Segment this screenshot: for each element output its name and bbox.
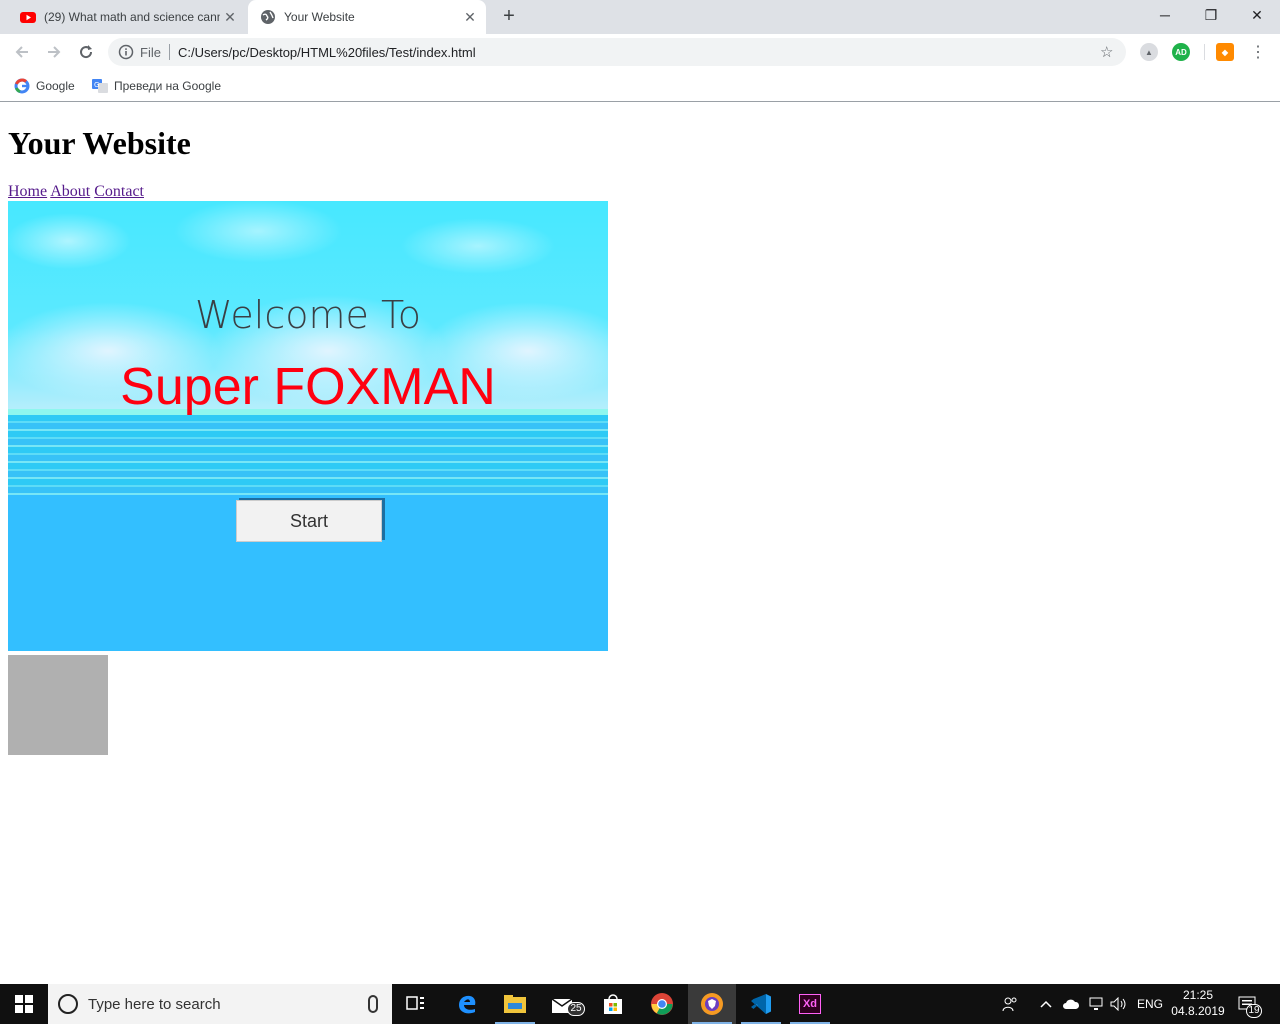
close-tab-icon[interactable]: ✕ (220, 9, 240, 26)
divider (1204, 44, 1205, 60)
fox-extension-icon[interactable]: ◆ (1216, 43, 1234, 61)
youtube-icon (20, 12, 36, 23)
translate-icon: G (92, 79, 108, 93)
language-indicator[interactable]: ENG (1137, 984, 1163, 1024)
page-content: Your Website Home About Contact Welcome … (0, 103, 1280, 983)
brave-shield-icon (701, 993, 723, 1015)
notification-badge: 19 (1246, 1004, 1262, 1018)
network-icon[interactable] (1088, 984, 1104, 1024)
tab-title: (29) What math and science cann (44, 10, 220, 24)
windows-logo-icon (15, 995, 33, 1013)
url-text[interactable]: C:/Users/pc/Desktop/HTML%20files/Test/in… (178, 45, 1100, 60)
address-bar[interactable]: File C:/Users/pc/Desktop/HTML%20files/Te… (108, 38, 1126, 66)
globe-icon (261, 10, 275, 24)
page-title: Your Website (8, 125, 191, 161)
volume-icon[interactable] (1110, 984, 1128, 1024)
people-icon[interactable] (1002, 984, 1018, 1024)
nav-link-about[interactable]: About (50, 183, 90, 200)
mail-badge: 25 (567, 1002, 585, 1016)
show-hidden-icons-chevron-icon[interactable] (1040, 984, 1052, 1024)
browser-toolbar: File C:/Users/pc/Desktop/HTML%20files/Te… (0, 34, 1280, 70)
new-tab-button[interactable]: + (498, 6, 520, 28)
drive-extension-icon[interactable]: ▲ (1140, 43, 1158, 61)
tab-title: Your Website (284, 10, 355, 24)
forward-button[interactable] (42, 40, 66, 64)
adblock-extension-icon[interactable]: AD (1172, 43, 1190, 61)
nav-link-home[interactable]: Home (8, 183, 47, 200)
task-view-icon (406, 996, 424, 1010)
adobe-xd-app[interactable]: Xd (786, 984, 834, 1024)
bookmark-star-icon[interactable]: ☆ (1100, 43, 1116, 61)
bookmark-label: Преведи на Google (114, 79, 221, 93)
clock-date: 04.8.2019 (1171, 1004, 1225, 1018)
tab-your-website[interactable]: Your Website ✕ (248, 0, 486, 34)
clock[interactable]: 21:25 04.8.2019 (1168, 987, 1228, 1019)
adobe-xd-icon: Xd (799, 994, 821, 1014)
file-explorer-app[interactable] (491, 984, 539, 1024)
restore-button[interactable]: ❐ (1188, 0, 1234, 30)
game-title: Super FOXMAN (120, 358, 496, 416)
onedrive-cloud-icon[interactable] (1062, 984, 1080, 1024)
bookmark-label: Google (36, 79, 75, 93)
cortana-icon (58, 994, 78, 1014)
brave-app[interactable] (688, 984, 736, 1024)
game-canvas[interactable]: Welcome To Super FOXMAN Start (8, 201, 608, 651)
taskbar-search[interactable]: Type here to search (48, 984, 392, 1024)
site-nav: Home About Contact (8, 183, 144, 201)
task-view-button[interactable] (392, 984, 440, 1024)
start-button[interactable]: Start (236, 500, 382, 542)
bookmark-google-translate[interactable]: G Преведи на Google (92, 76, 221, 96)
tab-strip: (29) What math and science cann ✕ Your W… (0, 0, 1280, 34)
minimize-button[interactable]: ─ (1142, 0, 1188, 30)
mail-app[interactable]: 25 (540, 984, 588, 1024)
start-menu-button[interactable] (0, 984, 48, 1024)
google-icon (14, 78, 30, 94)
edge-app[interactable] (443, 984, 491, 1024)
info-icon[interactable] (118, 44, 134, 60)
nav-link-contact[interactable]: Contact (94, 183, 144, 200)
reload-button[interactable] (74, 40, 98, 64)
back-arrow-icon (15, 46, 28, 58)
back-button[interactable] (10, 40, 34, 64)
chrome-icon (651, 993, 673, 1015)
store-app[interactable] (589, 984, 637, 1024)
chrome-app[interactable] (638, 984, 686, 1024)
folder-icon (504, 995, 526, 1013)
clock-time: 21:25 (1182, 988, 1214, 1002)
menu-kebab-icon[interactable]: ⋮ (1246, 40, 1270, 64)
tab-youtube[interactable]: (29) What math and science cann ✕ (8, 0, 246, 34)
windows-taskbar: Type here to search 25 Xd ENG 21:25 04.8… (0, 984, 1280, 1024)
search-placeholder: Type here to search (88, 995, 221, 1013)
bookmarks-bar: Google G Преведи на Google (0, 70, 1280, 102)
close-window-button[interactable]: ✕ (1234, 0, 1280, 30)
action-center-button[interactable]: 19 (1238, 984, 1262, 1024)
bookmark-google[interactable]: Google (14, 76, 75, 96)
microphone-icon[interactable] (368, 995, 378, 1013)
reload-icon (80, 45, 93, 59)
close-tab-icon[interactable]: ✕ (460, 9, 480, 26)
svg-text:G: G (94, 81, 99, 89)
vscode-icon (751, 994, 771, 1014)
store-bag-icon (604, 994, 622, 1014)
divider (168, 44, 170, 60)
forward-arrow-icon (48, 46, 61, 58)
edge-icon (459, 995, 476, 1014)
vscode-app[interactable] (737, 984, 785, 1024)
sea-background (8, 415, 608, 495)
welcome-text: Welcome To (195, 293, 421, 337)
gray-box (8, 655, 108, 755)
scheme-label: File (140, 44, 161, 60)
